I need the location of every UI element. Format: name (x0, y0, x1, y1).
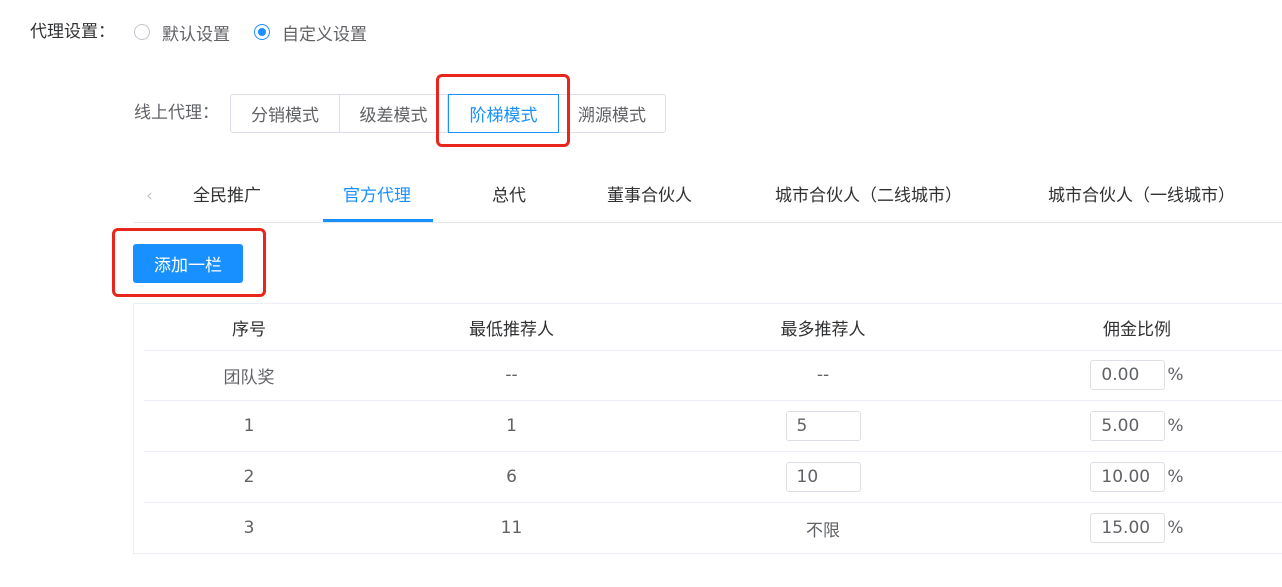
radio-default-settings[interactable]: 默认设置 (134, 20, 230, 45)
rate-input[interactable]: 10.00 (1090, 462, 1166, 492)
radio-default-label: 默认设置 (162, 24, 230, 45)
table-header: 序号 最低推荐人 最多推荐人 佣金比例 (144, 304, 1282, 351)
mode-traceability-button[interactable]: 溯源模式 (559, 94, 666, 133)
row-max-cell: 5 (669, 411, 977, 441)
row-rate-cell: 5.00% (977, 411, 1282, 441)
percent-sign: % (1167, 365, 1184, 385)
online-proxy-label: 线上代理： (134, 103, 219, 123)
commission-table: 序号 最低推荐人 最多推荐人 佣金比例 团队奖 -- -- 0.00% 1 1 … (133, 303, 1282, 554)
percent-sign: % (1167, 416, 1184, 436)
chevron-left-icon[interactable]: ‹ (146, 186, 153, 206)
radio-custom-label: 自定义设置 (282, 24, 367, 45)
max-referrals-input[interactable]: 5 (785, 411, 861, 441)
row-index: 3 (243, 518, 255, 538)
row-min: 11 (500, 518, 523, 538)
table-row: 2 6 10 10.00% (144, 452, 1282, 503)
header-commission-rate: 佣金比例 (1103, 319, 1171, 340)
row-index: 2 (243, 467, 255, 487)
row-min: 1 (506, 416, 517, 436)
table-row: 3 11 不限 15.00% (144, 503, 1282, 553)
max-referrals-input[interactable]: 10 (785, 462, 861, 492)
header-max-referrals: 最多推荐人 (780, 319, 866, 340)
row-rate-cell: 10.00% (977, 462, 1282, 492)
agent-level-tabs: ‹ 全民推广 官方代理 总代 董事合伙人 城市合伙人（二线城市） 城市合伙人（一… (134, 172, 1282, 223)
proxy-settings-label: 代理设置： (30, 22, 115, 42)
active-tab-indicator (323, 219, 433, 222)
tab-national-promotion[interactable]: 全民推广 (193, 184, 261, 208)
row-index: 团队奖 (223, 367, 275, 388)
row-min: -- (505, 365, 518, 385)
radio-circle-icon (134, 24, 150, 40)
row-rate-cell: 15.00% (977, 513, 1282, 543)
row-index: 1 (243, 416, 255, 436)
table-row: 1 1 5 5.00% (144, 401, 1282, 452)
radio-checked-icon (254, 24, 270, 40)
percent-sign: % (1167, 518, 1184, 538)
tab-general-agent[interactable]: 总代 (492, 184, 526, 208)
tab-city-partner-tier2[interactable]: 城市合伙人（二线城市） (775, 184, 962, 208)
rate-input[interactable]: 15.00 (1090, 513, 1166, 543)
row-rate-cell: 0.00% (977, 360, 1282, 390)
tab-city-partner-tier1[interactable]: 城市合伙人（一线城市） (1048, 184, 1235, 208)
radio-custom-settings[interactable]: 自定义设置 (254, 20, 367, 45)
row-max-cell: 10 (669, 462, 977, 492)
rate-input[interactable]: 5.00 (1090, 411, 1166, 441)
mode-button-group: 分销模式 级差模式 阶梯模式 溯源模式 (230, 94, 666, 133)
table-row: 团队奖 -- -- 0.00% (144, 350, 1282, 401)
tab-board-partner[interactable]: 董事合伙人 (607, 184, 692, 208)
tab-official-agent[interactable]: 官方代理 (343, 184, 411, 208)
row-max: 不限 (806, 520, 840, 541)
mode-differential-button[interactable]: 级差模式 (340, 94, 448, 133)
row-min: 6 (506, 467, 517, 487)
row-max: -- (816, 365, 830, 385)
rate-input[interactable]: 0.00 (1090, 360, 1166, 390)
percent-sign: % (1167, 467, 1184, 487)
mode-distribution-button[interactable]: 分销模式 (230, 94, 340, 133)
add-row-button[interactable]: 添加一栏 (133, 244, 243, 283)
mode-ladder-button[interactable]: 阶梯模式 (448, 94, 559, 133)
header-index: 序号 (232, 319, 266, 340)
header-min-referrals: 最低推荐人 (469, 319, 554, 340)
